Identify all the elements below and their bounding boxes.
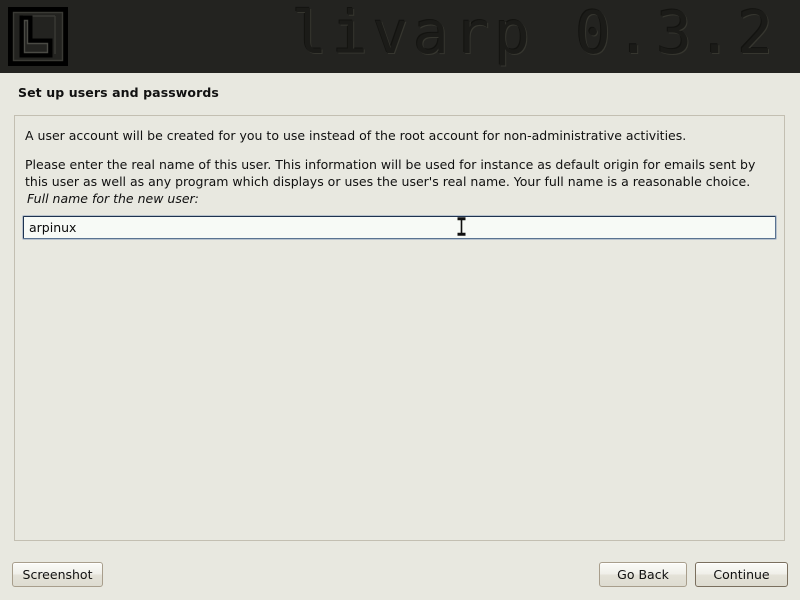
description-paragraph-2: Please enter the real name of this user.… — [25, 157, 756, 189]
screenshot-button[interactable]: Screenshot — [12, 562, 103, 587]
installer-window: livarp 0.3.2 Set up users and passwords … — [0, 0, 800, 600]
header-banner: livarp 0.3.2 — [0, 0, 800, 73]
description-paragraph-1: A user account will be created for you t… — [25, 128, 687, 143]
page-title: Set up users and passwords — [18, 85, 219, 100]
brand-title: livarp 0.3.2 — [291, 0, 778, 67]
fullname-field-label: Full name for the new user: — [27, 191, 199, 206]
livarp-l-logo-icon — [8, 7, 68, 66]
fullname-input[interactable] — [23, 216, 776, 239]
go-back-button[interactable]: Go Back — [599, 562, 687, 587]
continue-button[interactable]: Continue — [695, 562, 788, 587]
content-panel: A user account will be created for you t… — [14, 115, 785, 541]
